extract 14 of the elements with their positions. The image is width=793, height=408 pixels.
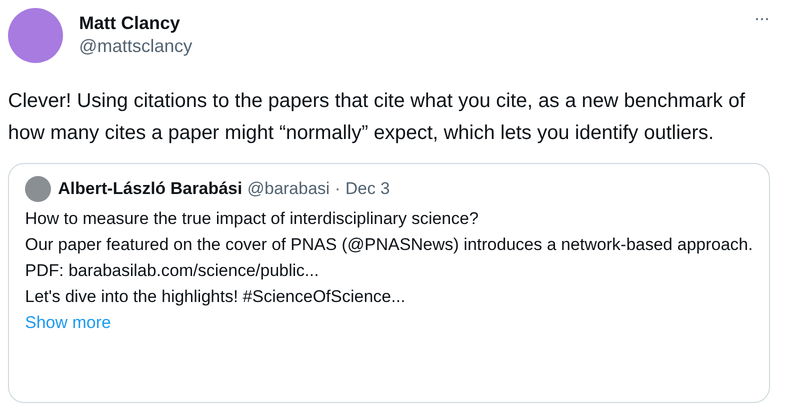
post-text: Clever! Using citations to the papers that cite what you cite, as a new benchmark of how many cites a paper might “normally” expect, which lets you identify outliers. <box>8 89 746 146</box>
quoted-text-line: Let's dive into the highlights! #ScienceOfScience... <box>25 286 406 308</box>
quoted-text-line: PDF: barabasilab.com/science/public... <box>25 260 320 282</box>
more-button[interactable]: ··· <box>750 8 773 29</box>
quoted-author-name[interactable]: Albert-László Barabási <box>58 179 242 199</box>
author-handle[interactable]: @mattsclancy <box>79 34 192 58</box>
quoted-text-line: How to measure the true impact of interdisciplinary science? <box>25 208 480 230</box>
post-date[interactable]: Dec 3 <box>345 179 390 199</box>
separator-dot: · <box>334 179 340 199</box>
quoted-text-line: Our paper featured on the cover of PNAS (@PNASNews) introduces a network-based approach. <box>25 234 754 256</box>
quoted-author-handle[interactable]: @barabasi <box>247 179 330 199</box>
quoted-avatar[interactable] <box>25 176 51 202</box>
author-name[interactable]: Matt Clancy <box>79 12 192 34</box>
quoted-post-card[interactable] <box>8 163 770 403</box>
